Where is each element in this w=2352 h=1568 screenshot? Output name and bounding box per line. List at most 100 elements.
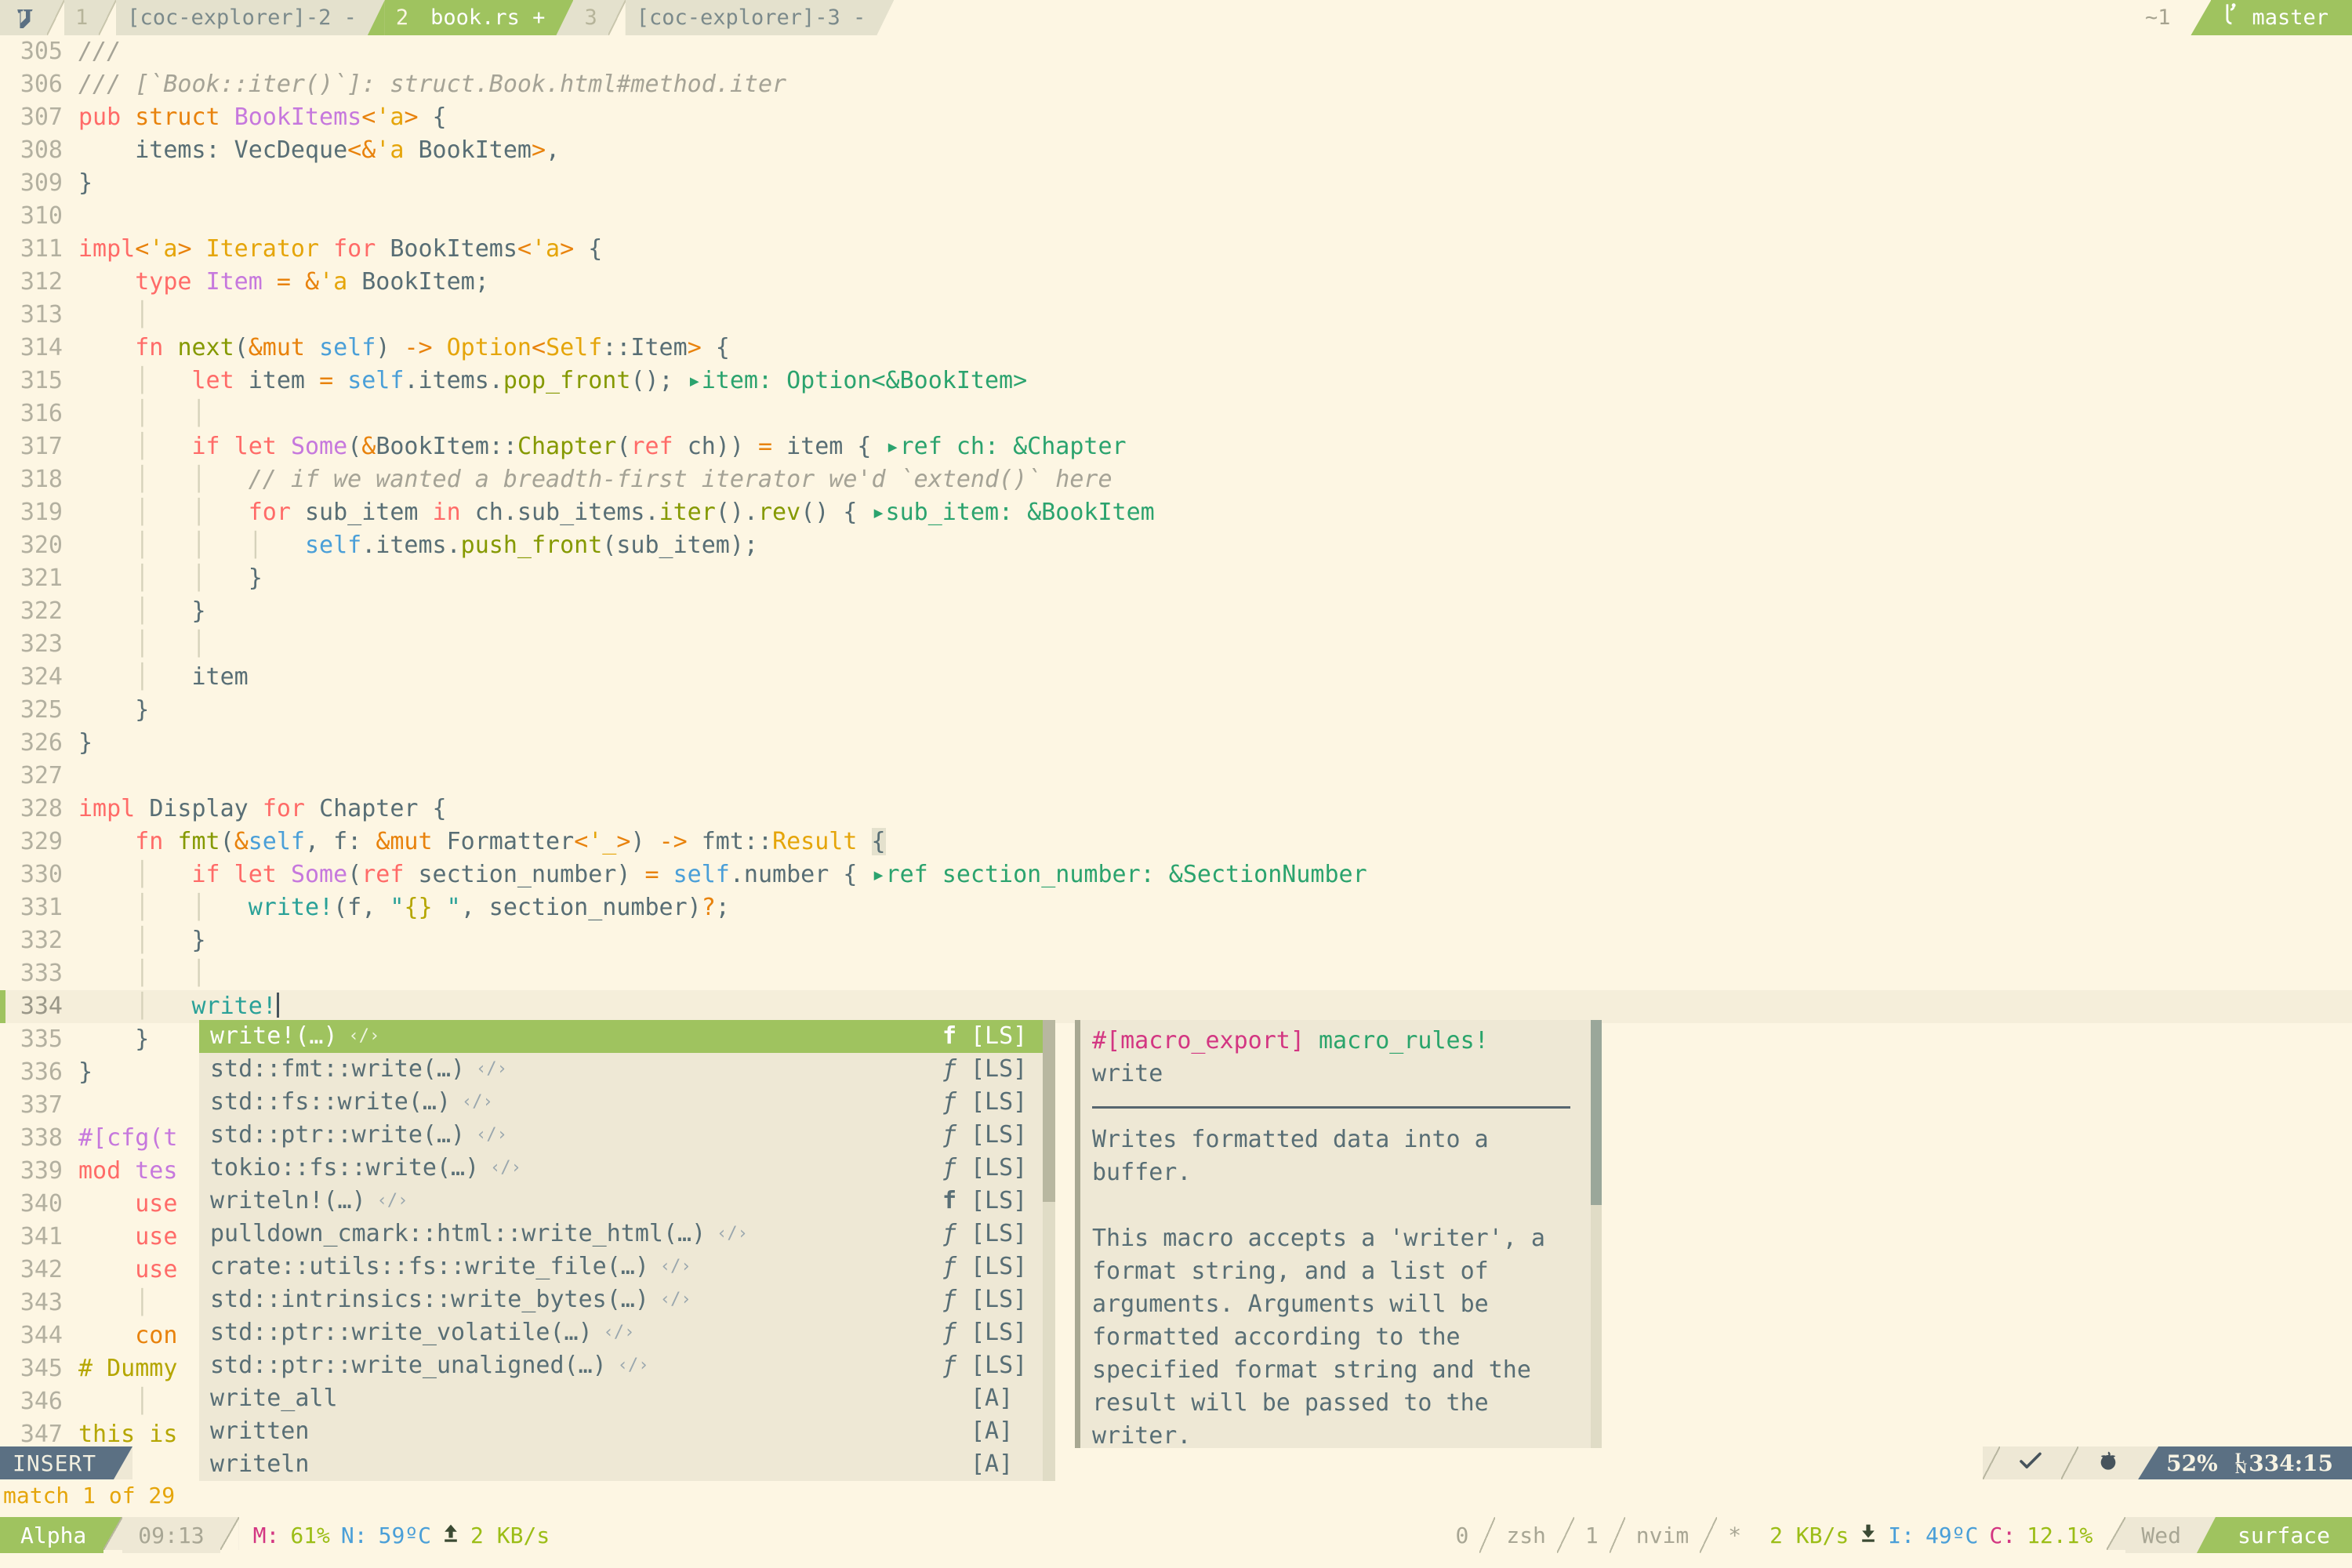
code-line[interactable]: 324 │ item: [0, 661, 2352, 694]
diagnostics-ok-indicator[interactable]: [2000, 1446, 2061, 1479]
code-line[interactable]: 329 fn fmt(&self, f: &mut Formatter<'_>)…: [0, 826, 2352, 858]
file-percent: 52%: [2166, 1450, 2218, 1476]
doc-scrollbar[interactable]: [1591, 1020, 1602, 1448]
doc-signature-line: #[macro_export] macro_rules!: [1075, 1025, 1602, 1058]
completion-scrollbar[interactable]: [1043, 1020, 1055, 1481]
completion-item-source: [LS]: [971, 1316, 1046, 1349]
tab-label-3[interactable]: [coc-explorer]-3 -: [626, 0, 877, 35]
code-line[interactable]: 312 type Item = &'a BookItem;: [0, 266, 2352, 299]
code-line[interactable]: 305///: [0, 35, 2352, 68]
code-text: │ }: [78, 927, 206, 954]
completion-item[interactable]: std::fmt::write(…)‹/›ƒ[LS]: [199, 1053, 1055, 1086]
code-text: │ │: [78, 630, 206, 658]
code-token: 'a: [319, 268, 347, 296]
download-rate: 2 KB/s: [1769, 1523, 1849, 1548]
completion-item[interactable]: std::ptr::write_volatile(…)‹/›ƒ[LS]: [199, 1316, 1055, 1349]
code-token: BookItem;: [347, 268, 489, 296]
completion-item[interactable]: std::ptr::write(…)‹/›ƒ[LS]: [199, 1119, 1055, 1152]
code-line[interactable]: 331 │ │ write!(f, "{} ", section_number)…: [0, 891, 2352, 924]
code-line[interactable]: 326}: [0, 727, 2352, 760]
code-line[interactable]: 311impl<'a> Iterator for BookItems<'a> {: [0, 233, 2352, 266]
code-line[interactable]: 309}: [0, 167, 2352, 200]
code-token: pop_front: [503, 367, 631, 394]
code-line[interactable]: 321 │ │ }: [0, 562, 2352, 595]
code-line[interactable]: 325 }: [0, 694, 2352, 727]
code-text: }: [78, 696, 149, 724]
completion-popup[interactable]: write!(…)‹/›f[LS]std::fmt::write(…)‹/›ƒ[…: [199, 1020, 1055, 1481]
code-text: │ let item = self.items.pop_front(); ▸it…: [78, 367, 1027, 394]
code-line[interactable]: 315 │ let item = self.items.pop_front();…: [0, 365, 2352, 397]
completion-item-source: [LS]: [971, 1283, 1046, 1316]
tmux-window-name[interactable]: nvim: [1636, 1523, 1689, 1548]
code-token: fmt::: [702, 828, 772, 855]
pomodoro-indicator[interactable]: [2078, 1446, 2138, 1479]
code-token: [192, 235, 206, 263]
statusline-divider: [1983, 1446, 2000, 1479]
line-number: 342: [0, 1254, 78, 1287]
code-line[interactable]: 314 fn next(&mut self) -> Option<Self::I…: [0, 332, 2352, 365]
tab-label-1[interactable]: [coc-explorer]-2 -: [116, 0, 368, 35]
code-line[interactable]: 334 │ write!: [0, 990, 2352, 1023]
doc-scrollbar-thumb[interactable]: [1591, 1020, 1602, 1205]
code-line[interactable]: 330 │ if let Some(ref section_number) = …: [0, 858, 2352, 891]
code-line[interactable]: 310: [0, 200, 2352, 233]
code-line[interactable]: 328impl Display for Chapter {: [0, 793, 2352, 826]
tab-number-3[interactable]: 3: [573, 0, 608, 35]
code-token: }: [135, 696, 149, 724]
tmux-window-index[interactable]: 0: [1455, 1523, 1468, 1548]
code-token: [78, 1025, 135, 1053]
completion-item[interactable]: tokio::fs::write(…)‹/›ƒ[LS]: [199, 1152, 1055, 1185]
code-line[interactable]: 332 │ }: [0, 924, 2352, 957]
completion-item[interactable]: writeln!(…)‹/›f[LS]: [199, 1185, 1055, 1218]
code-line[interactable]: 307pub struct BookItems<'a> {: [0, 101, 2352, 134]
git-branch-indicator[interactable]: master: [2211, 0, 2352, 35]
completion-item[interactable]: writeln[A]: [199, 1448, 1055, 1481]
tab-number-2[interactable]: 2: [385, 0, 419, 35]
code-token: }: [135, 1025, 149, 1053]
code-text: │ │ // if we wanted a breadth-first iter…: [78, 466, 1112, 493]
code-line[interactable]: 333 │ │: [0, 957, 2352, 990]
line-number: 346: [0, 1385, 78, 1418]
completion-item[interactable]: pulldown_cmark::html::write_html(…)‹/›ƒ[…: [199, 1218, 1055, 1250]
completion-item-kind-icon: ƒ: [942, 1349, 956, 1382]
completion-scrollbar-thumb[interactable]: [1043, 1020, 1055, 1202]
tmux-window-index[interactable]: 1: [1585, 1523, 1599, 1548]
code-line[interactable]: 322 │ }: [0, 595, 2352, 628]
tmux-window-name[interactable]: zsh: [1506, 1523, 1546, 1548]
code-token: Some: [291, 861, 347, 888]
code-token: &mut: [376, 828, 446, 855]
completion-item[interactable]: std::intrinsics::write_bytes(…)‹/›ƒ[LS]: [199, 1283, 1055, 1316]
line-number: 339: [0, 1155, 78, 1188]
code-line[interactable]: 306/// [`Book::iter()`]: struct.Book.htm…: [0, 68, 2352, 101]
code-text: fn next(&mut self) -> Option<Self::Item>…: [78, 334, 730, 361]
code-line[interactable]: 327: [0, 760, 2352, 793]
tabline-right: ~1 master: [2125, 0, 2352, 35]
tmux-hostname[interactable]: surface: [2216, 1517, 2352, 1553]
code-token: item: [192, 663, 249, 691]
completion-item[interactable]: std::fs::write(…)‹/›ƒ[LS]: [199, 1086, 1055, 1119]
code-line[interactable]: 313 │: [0, 299, 2352, 332]
code-token: (: [347, 433, 361, 460]
code-line[interactable]: 319 │ │ for sub_item in ch.sub_items.ite…: [0, 496, 2352, 529]
code-token: Chapter {: [319, 795, 447, 822]
code-token: ): [630, 828, 659, 855]
snippet-indicator-icon: ‹/›: [462, 1086, 493, 1119]
completion-item[interactable]: write!(…)‹/›f[LS]: [199, 1020, 1055, 1053]
code-line[interactable]: 308 items: VecDeque<&'a BookItem>,: [0, 134, 2352, 167]
completion-item[interactable]: write_all[A]: [199, 1382, 1055, 1415]
line-number: 324: [0, 661, 78, 694]
completion-item[interactable]: written[A]: [199, 1415, 1055, 1448]
code-line[interactable]: 320 │ │ │ self.items.push_front(sub_item…: [0, 529, 2352, 562]
tab-label-2[interactable]: book.rs +: [419, 0, 556, 35]
code-line[interactable]: 317 │ if let Some(&BookItem::Chapter(ref…: [0, 430, 2352, 463]
completion-item[interactable]: std::ptr::write_unaligned(…)‹/›ƒ[LS]: [199, 1349, 1055, 1382]
code-line[interactable]: 318 │ │ // if we wanted a breadth-first …: [0, 463, 2352, 496]
completion-item[interactable]: crate::utils::fs::write_file(…)‹/›ƒ[LS]: [199, 1250, 1055, 1283]
tab-number-1[interactable]: 1: [64, 0, 99, 35]
tmux-session-name[interactable]: Alpha: [0, 1517, 103, 1553]
code-line[interactable]: 316 │ │: [0, 397, 2352, 430]
tmux-window-name[interactable]: *: [1728, 1523, 1741, 1548]
completion-item-source: [A]: [971, 1415, 1046, 1448]
code-line[interactable]: 323 │ │: [0, 628, 2352, 661]
doc-body-line: arguments. Arguments will be: [1075, 1288, 1602, 1321]
